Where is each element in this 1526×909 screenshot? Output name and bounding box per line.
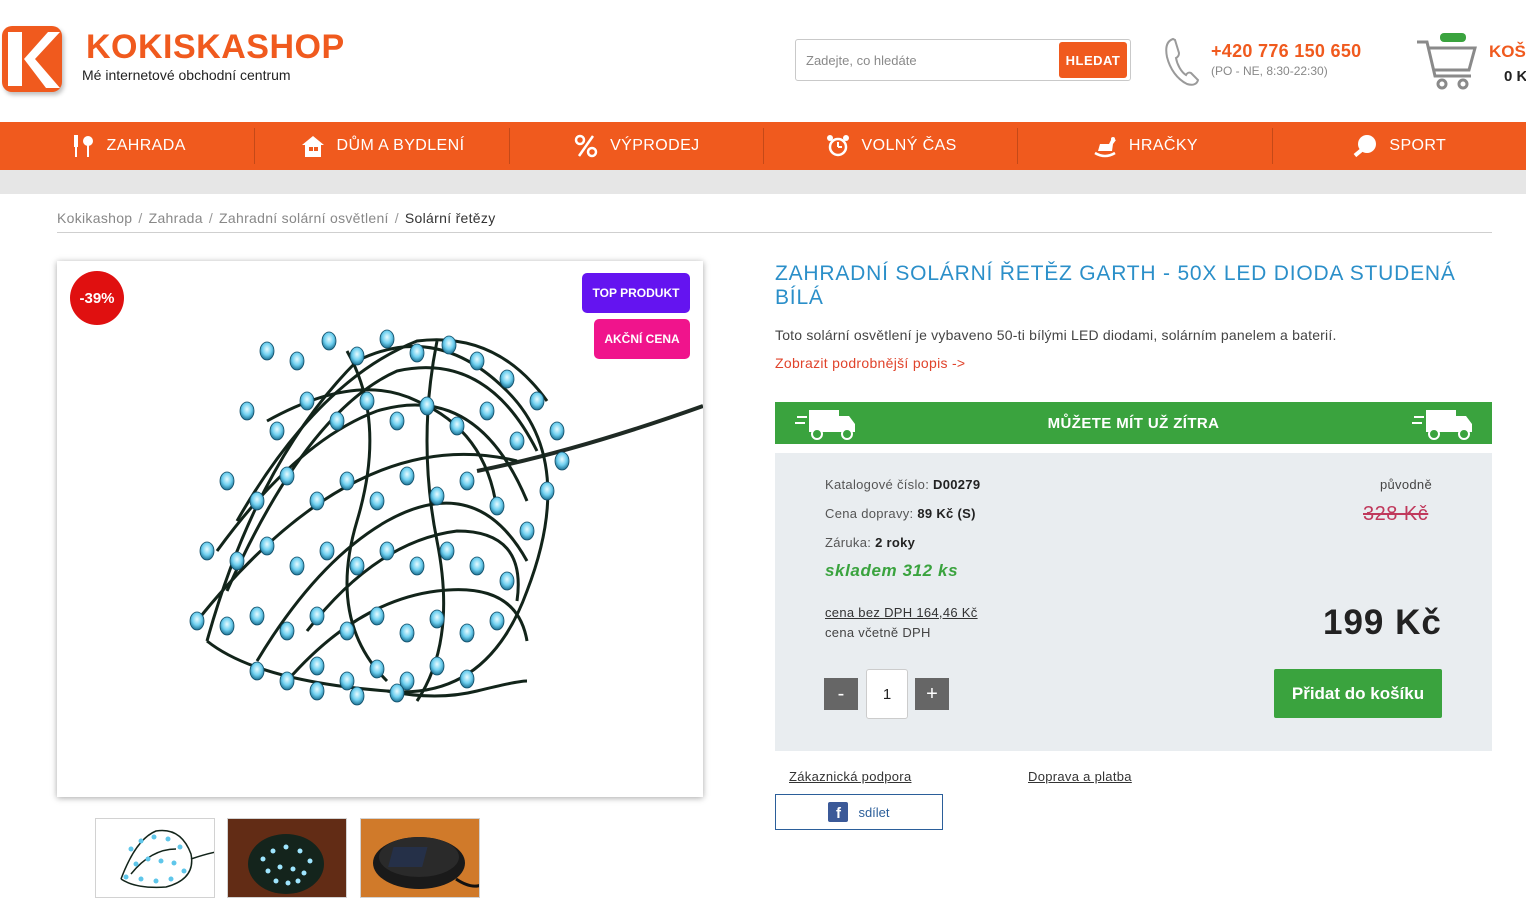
breadcrumb-item[interactable]: Zahrada bbox=[149, 210, 203, 226]
thumbnail-led-string-lit bbox=[228, 819, 346, 897]
shipping-value: 89 Kč (S) bbox=[917, 506, 976, 521]
facebook-icon: f bbox=[828, 802, 849, 822]
site-header: KOKISKASHOP Mé internetové obchodní cent… bbox=[0, 0, 1526, 122]
nav-item-volny-cas[interactable]: VOLNÝ ČAS bbox=[762, 122, 1017, 170]
nav-item-vyprodej[interactable]: VÝPRODEJ bbox=[508, 122, 763, 170]
thumbnail-led-string bbox=[96, 819, 214, 897]
nav-label: VÝPRODEJ bbox=[610, 137, 700, 154]
delivery-banner: MŮŽETE MÍT UŽ ZÍTRA bbox=[775, 402, 1492, 444]
delivery-text: MŮŽETE MÍT UŽ ZÍTRA bbox=[1047, 414, 1220, 432]
search-input[interactable] bbox=[806, 48, 1056, 72]
nav-item-zahrada[interactable]: ZAHRADA bbox=[0, 122, 254, 170]
phone-icon bbox=[1165, 37, 1200, 86]
nav-item-dum-a-bydleni[interactable]: DŮM A BYDLENÍ bbox=[254, 122, 508, 170]
thumbnail-1[interactable] bbox=[95, 818, 215, 898]
rocking-horse-icon bbox=[1091, 132, 1119, 160]
logo-icon[interactable] bbox=[2, 26, 62, 92]
facebook-share-button[interactable]: f sdílet bbox=[775, 794, 943, 830]
ping-pong-icon bbox=[1351, 132, 1379, 160]
thumbnail-solar-panel bbox=[361, 819, 479, 897]
thumbnail-2[interactable] bbox=[227, 818, 347, 898]
top-product-badge: TOP PRODUKT bbox=[582, 273, 690, 313]
more-description-link[interactable]: Zobrazit podrobnější popis -> bbox=[775, 355, 965, 371]
phone-number[interactable]: +420 776 150 650 bbox=[1211, 41, 1361, 62]
breadcrumb: Kokikashop / Zahrada / Zahradní solární osvě… bbox=[57, 210, 496, 226]
sale-price-badge: AKČNÍ CENA bbox=[594, 319, 690, 359]
share-label: sdílet bbox=[858, 804, 890, 820]
quantity-input[interactable] bbox=[866, 669, 908, 719]
logo-tagline: Mé internetové obchodní centrum bbox=[82, 67, 291, 83]
catalog-value: D00279 bbox=[933, 477, 981, 492]
breadcrumb-separator: / bbox=[394, 210, 399, 226]
cart-amount: 0 K bbox=[1504, 68, 1526, 85]
warranty-label: Záruka: bbox=[825, 535, 872, 550]
house-icon bbox=[299, 132, 327, 160]
percent-icon bbox=[572, 132, 600, 160]
cart-label[interactable]: KOŠÍ bbox=[1489, 42, 1526, 62]
breadcrumb-item[interactable]: Kokikashop bbox=[57, 210, 132, 226]
cart-icon[interactable] bbox=[1415, 32, 1479, 92]
nav-label: DŮM A BYDLENÍ bbox=[336, 137, 465, 154]
warranty-value: 2 roky bbox=[875, 535, 916, 550]
nav-item-hracky[interactable]: HRAČKY bbox=[1017, 122, 1271, 170]
original-price: 328 Kč bbox=[1363, 503, 1429, 525]
breadcrumb-current: Solární řetězy bbox=[404, 210, 496, 226]
stock-status: skladem 312 ks bbox=[825, 561, 959, 580]
product-title: ZAHRADNÍ SOLÁRNÍ ŘETĚZ GARTH - 50X LED D… bbox=[775, 262, 1456, 309]
breadcrumb-item[interactable]: Zahradní solární osvětlení bbox=[219, 210, 389, 226]
shipping-cost: Cena dopravy: 89 Kč (S) bbox=[825, 506, 976, 521]
breadcrumb-separator: / bbox=[208, 210, 214, 226]
price-with-vat-label: cena včetně DPH bbox=[825, 625, 931, 640]
search-box: HLEDAT bbox=[795, 39, 1131, 81]
nav-label: ZAHRADA bbox=[106, 137, 186, 154]
nav-item-sport[interactable]: SPORT bbox=[1271, 122, 1526, 170]
shipping-payment-link[interactable]: Doprava a platba bbox=[1028, 769, 1132, 784]
nav-label: VOLNÝ ČAS bbox=[861, 137, 957, 154]
garden-tools-icon bbox=[69, 132, 97, 160]
thumbnail-3[interactable] bbox=[360, 818, 480, 898]
quantity-increase-button[interactable]: + bbox=[915, 678, 949, 710]
warranty: Záruka: 2 roky bbox=[825, 535, 915, 550]
original-price-label: původně bbox=[1380, 477, 1432, 492]
truck-icon bbox=[795, 410, 855, 440]
truck-icon bbox=[1412, 410, 1472, 440]
customer-support-link[interactable]: Zákaznická podpora bbox=[789, 769, 911, 784]
logo-title[interactable]: KOKISKASHOP bbox=[86, 28, 345, 67]
catalog-number: Katalogové číslo: D00279 bbox=[825, 477, 980, 492]
catalog-label: Katalogové číslo: bbox=[825, 477, 930, 492]
search-button[interactable]: HLEDAT bbox=[1059, 42, 1127, 78]
nav-label: HRAČKY bbox=[1128, 137, 1199, 154]
phone-hours: (PO - NE, 8:30-22:30) bbox=[1211, 64, 1328, 78]
shipping-label: Cena dopravy: bbox=[825, 506, 914, 521]
current-price: 199 Kč bbox=[1323, 603, 1442, 642]
add-to-cart-button[interactable]: Přidat do košíku bbox=[1274, 669, 1442, 718]
discount-badge: -39% bbox=[70, 271, 124, 325]
breadcrumb-separator: / bbox=[138, 210, 143, 226]
nav-subbar bbox=[0, 170, 1526, 194]
nav-label: SPORT bbox=[1389, 137, 1447, 154]
main-nav: ZAHRADA DŮM A BYDLENÍ VÝPRODEJ VOLNÝ ČAS… bbox=[0, 122, 1526, 170]
product-description: Toto solární osvětlení je vybaveno 50-ti… bbox=[775, 327, 1337, 343]
breadcrumb-divider bbox=[57, 232, 1492, 233]
price-without-vat[interactable]: cena bez DPH 164,46 Kč bbox=[825, 605, 978, 620]
quantity-decrease-button[interactable]: - bbox=[824, 678, 858, 710]
alarm-clock-icon bbox=[824, 132, 852, 160]
